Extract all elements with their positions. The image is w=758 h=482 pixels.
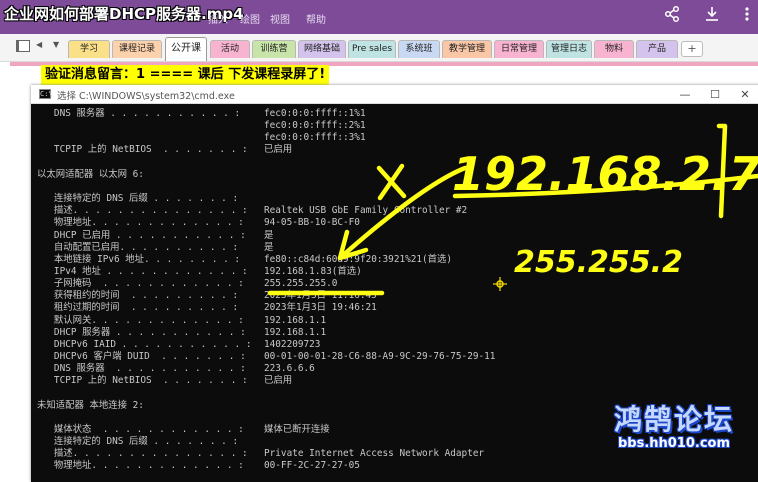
tab-open-class[interactable]: 公开课 [165, 37, 207, 61]
console-line-label: DHCP 服务器 . . . . . . . . . . . : [37, 326, 246, 338]
console-line-label: TCPIP 上的 NetBIOS . . . . . . . : [37, 375, 248, 387]
tab-pre-sales[interactable]: Pre sales [348, 40, 396, 58]
cmd-app-icon: C:\ [39, 89, 53, 99]
menu-view[interactable]: 视图 [270, 11, 290, 26]
console-line-value: 媒体已断开连接 [264, 423, 330, 435]
console-line-label: 媒体状态 . . . . . . . . . . . . : [37, 423, 244, 435]
watermark: 鸿鹄论坛 bbs.hh010.com [604, 404, 744, 452]
console-line-value: 2023年1月3日 19:46:21 [264, 302, 377, 314]
console-line-value: 00-FF-2C-27-27-05 [264, 460, 360, 472]
console-line-value: Realtek USB GbE Family Controller #2 [264, 205, 468, 217]
download-icon[interactable] [701, 5, 723, 27]
console-line-label: 物理地址. . . . . . . . . . . . . : [37, 460, 244, 472]
console-line-label: DHCPv6 IAID . . . . . . . . . . . : [37, 338, 252, 350]
console-line-label: 连接特定的 DNS 后缀 . . . . . . . : [37, 193, 239, 205]
maximize-button[interactable]: ☐ [701, 85, 729, 104]
console-line-label: 描述. . . . . . . . . . . . . . . : [37, 448, 248, 460]
highlighted-note[interactable]: 验证消息留言：1 ==== 课后 下发课程录屏了! [41, 65, 330, 85]
console-line-label: IPv4 地址 . . . . . . . . . . . . : [37, 265, 248, 277]
console-line-value: 223.6.6.6 [264, 363, 315, 375]
console-line-label: 获得租约的时间 . . . . . . . . . : [37, 290, 239, 302]
console-line-label: TCPIP 上的 NetBIOS . . . . . . . : [37, 144, 248, 156]
console-line-value: Private Internet Access Network Adapter [264, 448, 485, 460]
notebook-icon[interactable] [16, 40, 30, 52]
cmd-window-title: 选择 C:\WINDOWS\system32\cmd.exe [57, 91, 235, 102]
console-line-label: DNS 服务器 . . . . . . . . . . . : [37, 363, 246, 375]
share-icon-glyph [664, 5, 680, 23]
console-line-value: 2023年1月3日 11:16:45 [264, 290, 377, 302]
tab-network-basics[interactable]: 网络基础 [298, 40, 346, 58]
tab-materials[interactable]: 物料 [594, 40, 634, 58]
chevron-left-icon[interactable]: ◀ [36, 40, 42, 49]
menu-draw[interactable]: 绘图 [240, 11, 260, 26]
tab-activity[interactable]: 活动 [210, 40, 250, 58]
console-line-label: 子网掩码 . . . . . . . . . . . . : [37, 278, 244, 290]
console-line-value: fec0:0:0:ffff::3%1 [264, 132, 366, 144]
share-icon[interactable] [661, 5, 683, 27]
menu-help[interactable]: 帮助 [306, 11, 326, 26]
chevron-down-icon[interactable]: ▼ [53, 40, 59, 49]
tab-course-record[interactable]: 课程记录 [112, 40, 162, 58]
console-line-value: 94-05-BB-10-BC-F0 [264, 217, 360, 229]
console-line-value: 是 [264, 229, 274, 241]
watermark-brand: 鸿鹄论坛 [613, 403, 734, 436]
console-line-label: 租约过期的时间 . . . . . . . . . : [37, 302, 239, 314]
close-button[interactable]: ✕ [731, 85, 758, 104]
console-line-value: 00-01-00-01-28-C6-88-A9-9C-29-76-75-29-1… [264, 351, 496, 362]
console-line-label: 连接特定的 DNS 后缀 . . . . . . . : [37, 436, 239, 448]
tab-study[interactable]: 学习 [68, 40, 110, 58]
tab-system-class[interactable]: 系统班 [398, 40, 440, 58]
console-line-label: 本地链接 IPv6 地址. . . . . . . . : [37, 253, 241, 265]
console-line-value: 是 [264, 241, 274, 253]
console-line-value: fec0:0:0:ffff::1%1 [264, 108, 366, 119]
console-line-value: 192.168.1.1 [264, 326, 327, 338]
console-line-value: 192.168.1.1 [264, 314, 327, 326]
minimize-button[interactable]: — [671, 85, 699, 104]
tab-teaching-management[interactable]: 教学管理 [442, 40, 492, 58]
tab-daily-management[interactable]: 日常管理 [494, 40, 544, 58]
console-line-label: 自动配置已启用. . . . . . . . . . : [37, 241, 239, 253]
watermark-url: bbs.hh010.com [617, 436, 731, 451]
add-section-button[interactable]: + [681, 41, 703, 57]
console-line-label: 物理地址. . . . . . . . . . . . . : [37, 217, 244, 229]
console-line-label: DHCP 已启用 . . . . . . . . . . . : [37, 229, 246, 241]
download-icon-glyph [706, 7, 718, 21]
console-line-value: fe80::c84d:60a9:9f20:3921%21(首选) [264, 253, 453, 265]
console-line-label: DNS 服务器 . . . . . . . . . . . : [37, 108, 241, 119]
console-line-label: 描述. . . . . . . . . . . . . . . : [37, 205, 248, 217]
crosshair-cursor-icon [493, 277, 507, 291]
console-line-value: 已启用 [264, 144, 293, 156]
console-line-value: 已启用 [264, 375, 293, 387]
console-line-value: 255.255.255.0 [264, 278, 338, 290]
tab-training-camp[interactable]: 训练营 [252, 40, 296, 58]
console-line-label: 以太网适配器 以太网 6: [37, 168, 144, 180]
console-line-label: 未知适配器 本地连接 2: [37, 399, 144, 411]
console-line-label: DHCPv6 客户端 DUID . . . . . . . : [37, 351, 246, 362]
menu-insert[interactable]: 插入 [208, 11, 228, 26]
tab-management-log[interactable]: 管理日志 [546, 40, 592, 58]
more-icon-glyph [745, 7, 749, 21]
console-line-value: fec0:0:0:ffff::2%1 [264, 120, 366, 132]
cmd-title-bar[interactable]: C:\ 选择 C:\WINDOWS\system32\cmd.exe — ☐ ✕ [31, 85, 758, 104]
console-line-label: 默认网关. . . . . . . . . . . . . : [37, 314, 244, 326]
console-line-value: 1402209723 [264, 338, 321, 350]
tab-products[interactable]: 产品 [636, 40, 678, 58]
console-line-value: 192.168.1.83(首选) [264, 265, 362, 277]
more-icon[interactable] [736, 5, 758, 27]
